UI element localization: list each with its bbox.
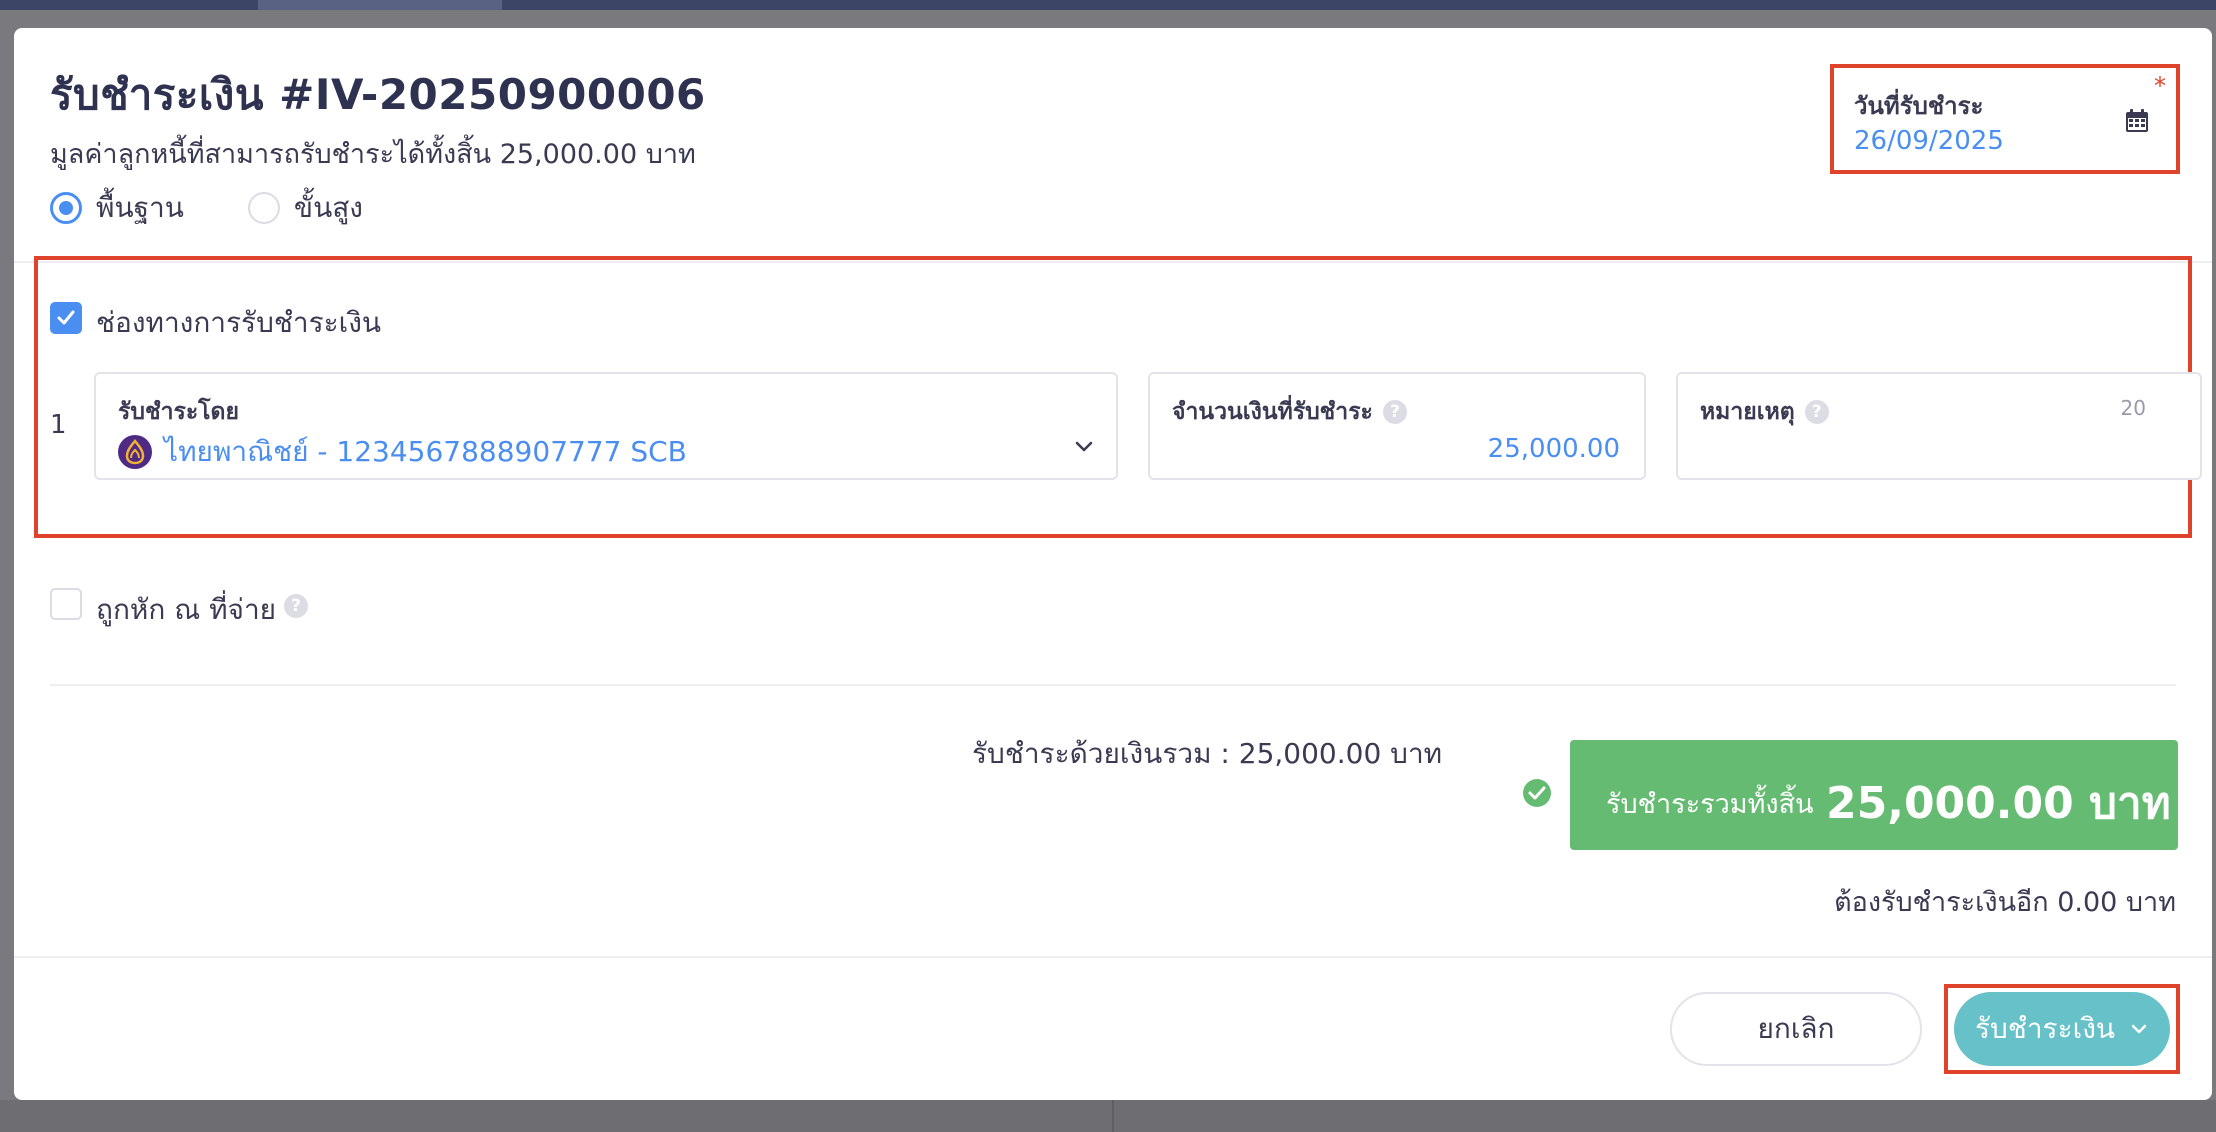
radio-basic[interactable] [50,192,82,224]
content-divider [50,684,2176,686]
remaining-amount-text: ต้องรับชำระเงินอีก 0.00 บาท [1834,887,2176,918]
withholding-label: ถูกหัก ณ ที่จ่าย [96,593,277,626]
received-by-label: รับชำระโดย [118,394,239,430]
withholding-checkbox[interactable] [50,588,82,620]
backdrop-divider [1112,1100,1114,1132]
scb-bank-logo-icon [118,435,152,469]
radio-basic-label: พื้นฐาน [96,191,184,224]
check-icon [57,310,75,325]
radio-advanced[interactable] [247,192,280,224]
mode-option-advanced[interactable]: ขั้นสูง [247,186,363,230]
chevron-down-icon[interactable] [1072,434,1096,458]
mode-radio-group: พื้นฐาน ขั้นสูง [50,186,427,230]
receive-payment-modal: รับชำระเงิน #IV-20250900006 มูลค่าลูกหนี… [14,28,2212,1100]
backdrop-top-bar [0,0,2216,10]
submit-button-highlight: รับชำระเงิน [1944,984,2180,1074]
backdrop-bottom-bar [0,1100,2216,1132]
footer-divider [14,956,2212,958]
calendar-icon[interactable] [2124,108,2150,134]
amount-field[interactable]: จำนวนเงินที่รับชำระ ? 25,000.00 [1148,372,1646,480]
chevron-down-icon[interactable] [2129,1019,2149,1039]
receive-payment-button[interactable]: รับชำระเงิน [1954,992,2170,1066]
payment-date-label: วันที่รับชำระ [1854,92,1984,120]
row-index: 1 [50,410,67,440]
received-by-value-text: ไทยพาณิชย์ - 1234567888907777 SCB [164,435,687,468]
help-icon[interactable]: ? [284,594,308,618]
payment-channel-checkbox[interactable] [50,302,82,334]
received-by-label-text: รับชำระโดย [118,399,239,425]
note-label-text: หมายเหตุ [1700,399,1795,425]
payment-date-field[interactable]: วันที่รับชำระ * 26/09/2025 [1830,64,2180,174]
paid-total-text: รับชำระด้วยเงินรวม : 25,000.00 บาท [972,737,1443,770]
help-icon[interactable]: ? [1382,400,1407,424]
check-circle-icon [1523,779,1551,807]
backdrop-tab [258,0,502,10]
grand-total-banner: รับชำระรวมทั้งสิ้น 25,000.00 บาท [1570,740,2178,850]
payment-date-value[interactable]: 26/09/2025 [1854,126,2004,156]
receive-payment-button-label: รับชำระเงิน [1975,1012,2115,1045]
help-icon[interactable]: ? [1804,400,1829,424]
mode-option-basic[interactable]: พื้นฐาน [50,186,184,230]
radio-advanced-label: ขั้นสูง [293,191,363,224]
grand-total-value: 25,000.00 บาท [1826,778,2171,829]
note-char-counter: 20 [2120,396,2146,420]
received-by-value: ไทยพาณิชย์ - 1234567888907777 SCB [118,430,687,474]
required-mark: * [2154,72,2166,100]
cancel-button[interactable]: ยกเลิก [1670,992,1922,1066]
amount-label: จำนวนเงินที่รับชำระ ? [1172,394,1407,430]
payment-channel-label: ช่องทางการรับชำระเงิน [96,306,382,339]
amount-label-text: จำนวนเงินที่รับชำระ [1172,399,1373,425]
amount-value[interactable]: 25,000.00 [1488,434,1620,464]
grand-total-label: รับชำระรวมทั้งสิ้น [1606,789,1814,820]
note-label: หมายเหตุ ? [1700,394,1829,430]
receivable-summary: มูลค่าลูกหนี้ที่สามารถรับชำระได้ทั้งสิ้น… [50,139,696,170]
note-field[interactable]: หมายเหตุ ? 20 [1676,372,2202,480]
received-by-select[interactable]: รับชำระโดย ไทยพาณิชย์ - 1234567888907777… [94,372,1118,480]
modal-title: รับชำระเงิน #IV-20250900006 [50,70,706,119]
